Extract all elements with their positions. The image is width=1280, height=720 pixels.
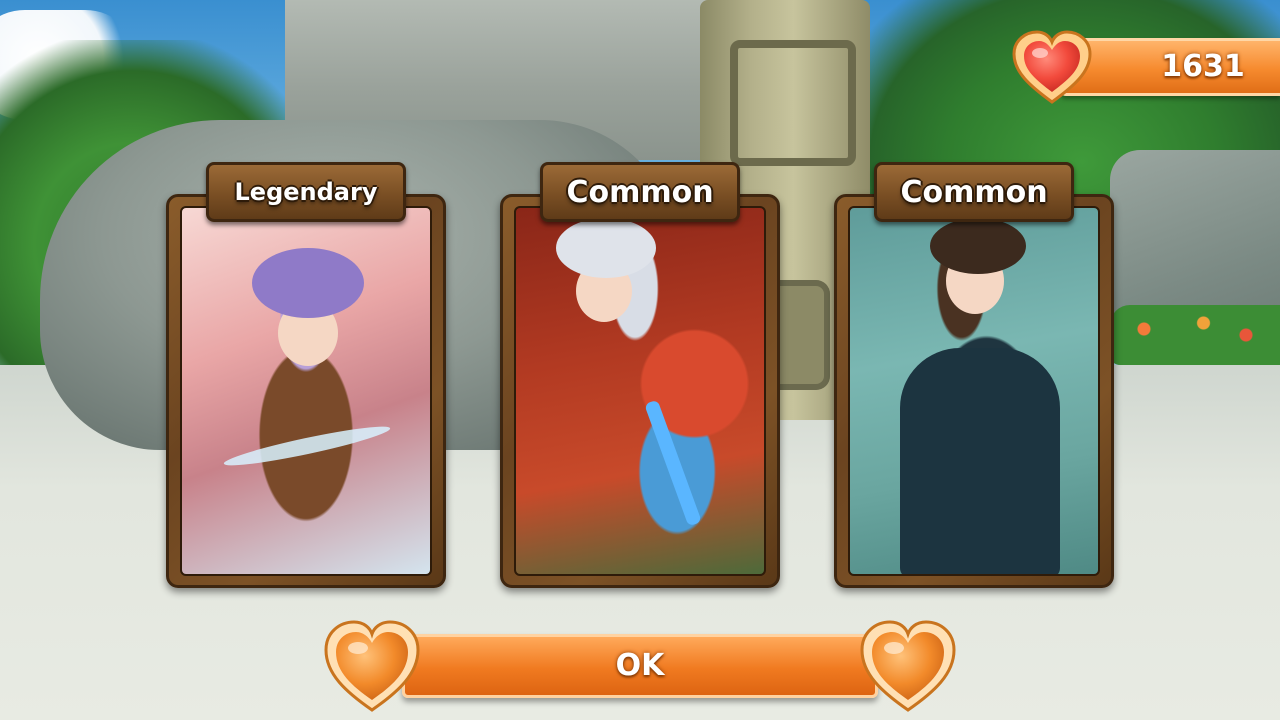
character-outfit <box>900 348 1060 574</box>
character-hair <box>930 218 1026 274</box>
flower-bed <box>1110 305 1280 365</box>
rarity-label: Common <box>540 162 740 222</box>
heart-icon <box>858 616 958 716</box>
rarity-text: Common <box>566 174 714 210</box>
heart-currency-counter: 1631 <box>1010 28 1280 104</box>
magic-swirl <box>222 420 392 472</box>
character-hair <box>556 218 656 278</box>
heart-icon <box>1010 28 1094 108</box>
card-legendary[interactable]: Legendary <box>166 162 446 588</box>
card-art-swordswoman <box>514 206 766 576</box>
card-art-ninja-woman <box>848 206 1100 576</box>
card-art-legendary-girl <box>180 206 432 576</box>
rarity-text: Common <box>900 174 1048 210</box>
ok-button-label: OK <box>615 648 665 683</box>
rarity-label: Common <box>874 162 1074 222</box>
card-common-2[interactable]: Common <box>834 162 1114 588</box>
character-hair <box>252 248 364 318</box>
card-common-1[interactable]: Common <box>500 162 780 588</box>
rarity-label: Legendary <box>206 162 406 222</box>
rarity-text: Legendary <box>234 178 378 206</box>
currency-value: 1631 <box>1161 49 1245 84</box>
heart-icon <box>322 616 422 716</box>
ok-button[interactable]: OK <box>322 616 958 716</box>
glowing-sword <box>644 399 702 527</box>
